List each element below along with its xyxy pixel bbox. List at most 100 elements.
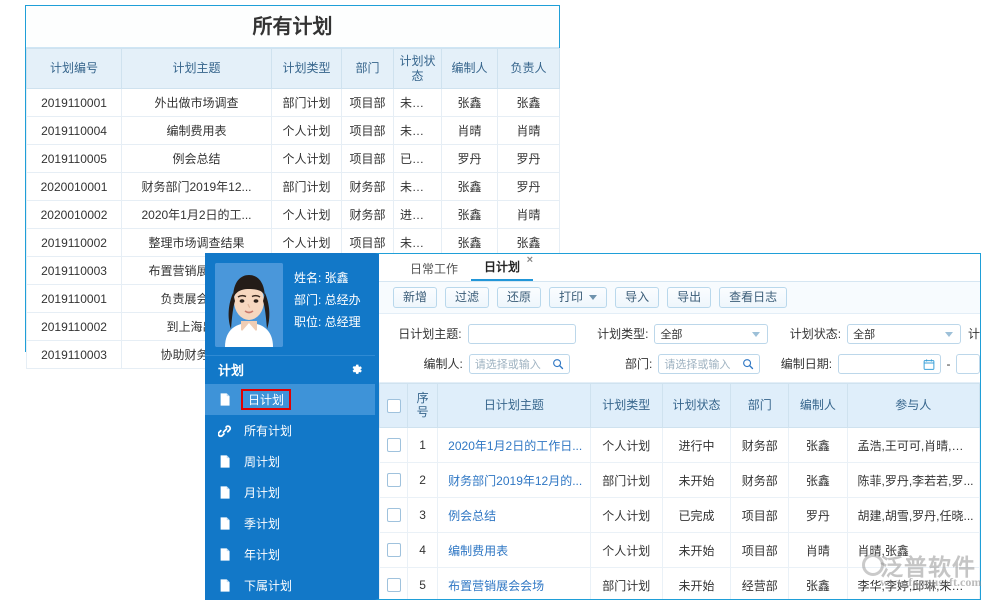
sidebar-item-label: 下属计划 (241, 576, 295, 595)
toolbar-button-导出[interactable]: 导出 (667, 287, 711, 308)
toolbar-button-还原[interactable]: 还原 (497, 287, 541, 308)
filter-select-type-value: 全部 (660, 326, 682, 342)
search-icon[interactable] (742, 358, 754, 373)
sidebar-item-日计划[interactable]: 日计划 (205, 384, 375, 415)
toolbar-button-查看日志[interactable]: 查看日志 (719, 287, 787, 308)
avatar (215, 263, 283, 347)
grid-col-type[interactable]: 计划类型 (590, 384, 662, 428)
sidebar-menu: 日计划所有计划周计划月计划季计划年计划下属计划 (205, 384, 375, 600)
grid-col-subject[interactable]: 日计划主题 (438, 384, 591, 428)
gear-icon[interactable] (350, 363, 363, 376)
sidebar-item-季计划[interactable]: 季计划 (205, 508, 375, 539)
filter-search-author[interactable]: 请选择或输入 (469, 354, 571, 374)
cell-plan-no: 2019110005 (27, 145, 122, 173)
cell-status: 进行中 (662, 428, 730, 463)
cell-row-select[interactable] (380, 463, 408, 498)
col-plan-type[interactable]: 计划类型 (272, 49, 342, 89)
table-row[interactable]: 2财务部门2019年12月的...部门计划未开始财务部张鑫陈菲,罗丹,李若若,罗… (380, 463, 980, 498)
tab-日常工作[interactable]: 日常工作 (397, 262, 471, 281)
filter-select-type[interactable]: 全部 (654, 324, 768, 344)
search-icon[interactable] (552, 358, 564, 373)
cell-subject[interactable]: 编制费用表 (438, 533, 591, 568)
cell-author: 张鑫 (442, 173, 498, 201)
cell-department: 项目部 (731, 533, 789, 568)
table-row[interactable]: 5布置营销展会会场部门计划未开始经营部张鑫李华,李婷,邱琳,朱浩然 (380, 568, 980, 600)
cell-department: 经营部 (731, 568, 789, 600)
checkbox-icon[interactable] (387, 508, 401, 522)
toolbar-button-导入[interactable]: 导入 (615, 287, 659, 308)
cell-plan-no: 2020010001 (27, 173, 122, 201)
grid-col-author[interactable]: 编制人 (789, 384, 847, 428)
col-plan-no[interactable]: 计划编号 (27, 49, 122, 89)
sidebar-item-下属计划[interactable]: 下属计划 (205, 570, 375, 600)
cell-plan-no: 2019110003 (27, 257, 122, 285)
cell-department: 项目部 (342, 117, 394, 145)
grid-col-index: 序号 (408, 384, 438, 428)
toolbar-button-新增[interactable]: 新增 (393, 287, 437, 308)
checkbox-icon[interactable] (387, 438, 401, 452)
sidebar-item-月计划[interactable]: 月计划 (205, 477, 375, 508)
cell-plan-type: 部门计划 (272, 89, 342, 117)
cell-plan-no: 2019110001 (27, 89, 122, 117)
col-owner[interactable]: 负责人 (498, 49, 560, 89)
cell-department: 项目部 (342, 89, 394, 117)
cell-row-select[interactable] (380, 428, 408, 463)
grid-col-participants[interactable]: 参与人 (847, 384, 980, 428)
cell-author: 罗丹 (789, 498, 847, 533)
sidebar-item-周计划[interactable]: 周计划 (205, 446, 375, 477)
checkbox-icon[interactable] (387, 578, 401, 592)
cell-subject[interactable]: 财务部门2019年12月的... (438, 463, 591, 498)
table-row[interactable]: 2019110001外出做市场调查部门计划项目部未开始张鑫张鑫 (27, 89, 560, 117)
file-icon (218, 392, 232, 407)
col-plan-subject[interactable]: 计划主题 (122, 49, 272, 89)
filter-search-author-placeholder: 请选择或输入 (475, 356, 541, 372)
table-row[interactable]: 2019110004编制费用表个人计划项目部未开始肖晴肖晴 (27, 117, 560, 145)
cell-row-select[interactable] (380, 498, 408, 533)
cell-subject[interactable]: 例会总结 (438, 498, 591, 533)
filter-search-department[interactable]: 请选择或输入 (658, 354, 760, 374)
all-plans-header-row: 计划编号 计划主题 计划类型 部门 计划状态 编制人 负责人 (27, 49, 560, 89)
sidebar-item-所有计划[interactable]: 所有计划 (205, 415, 375, 446)
table-row[interactable]: 2020010001财务部门2019年12...部门计划财务部未开始张鑫罗丹 (27, 173, 560, 201)
grid-col-department[interactable]: 部门 (731, 384, 789, 428)
col-department[interactable]: 部门 (342, 49, 394, 89)
grid-col-select-all[interactable] (380, 384, 408, 428)
sidebar-item-label: 周计划 (241, 452, 283, 471)
filter-search-department-placeholder: 请选择或输入 (664, 356, 730, 372)
filter-date-end[interactable] (956, 354, 980, 374)
cell-row-select[interactable] (380, 568, 408, 600)
cell-plan-type: 个人计划 (272, 145, 342, 173)
checkbox-icon[interactable] (387, 473, 401, 487)
table-row[interactable]: 2019110005例会总结个人计划项目部已完成罗丹罗丹 (27, 145, 560, 173)
table-row[interactable]: 12020年1月2日的工作日...个人计划进行中财务部张鑫孟浩,王可可,肖晴,张… (380, 428, 980, 463)
checkbox-icon[interactable] (387, 543, 401, 557)
col-plan-status[interactable]: 计划状态 (394, 49, 442, 89)
close-icon[interactable]: × (527, 255, 533, 265)
calendar-icon[interactable] (923, 358, 935, 374)
filter-select-status[interactable]: 全部 (847, 324, 961, 344)
toolbar-button-打印[interactable]: 打印 (549, 287, 607, 308)
table-row[interactable]: 4编制费用表个人计划未开始项目部肖晴肖晴,张鑫 (380, 533, 980, 568)
tab-日计划[interactable]: 日计划× (471, 260, 533, 281)
filter-date-start[interactable] (838, 354, 941, 374)
table-row[interactable]: 20200100022020年1月2日的工...个人计划财务部进行中张鑫肖晴 (27, 201, 560, 229)
toolbar-button-label: 导入 (625, 288, 649, 307)
grid-col-status[interactable]: 计划状态 (662, 384, 730, 428)
cell-row-select[interactable] (380, 533, 408, 568)
cell-author: 肖晴 (442, 117, 498, 145)
cell-author: 肖晴 (789, 533, 847, 568)
cell-participants: 李华,李婷,邱琳,朱浩然 (847, 568, 980, 600)
sidebar-item-年计划[interactable]: 年计划 (205, 539, 375, 570)
filter-input-subject[interactable] (468, 324, 576, 344)
col-author[interactable]: 编制人 (442, 49, 498, 89)
cell-plan-no: 2019110001 (27, 285, 122, 313)
checkbox-icon[interactable] (387, 399, 401, 413)
filter-row-1: 日计划主题: 计划类型: 全部 计划状态: 全部 计 (379, 321, 980, 346)
table-row[interactable]: 3例会总结个人计划已完成项目部罗丹胡建,胡雪,罗丹,任晓... (380, 498, 980, 533)
toolbar-button-过滤[interactable]: 过滤 (445, 287, 489, 308)
sidebar-item-label: 季计划 (241, 514, 283, 533)
cell-subject[interactable]: 布置营销展会会场 (438, 568, 591, 600)
cell-plan-subject: 2020年1月2日的工... (122, 201, 272, 229)
cell-plan-status: 未开始 (394, 173, 442, 201)
cell-subject[interactable]: 2020年1月2日的工作日... (438, 428, 591, 463)
